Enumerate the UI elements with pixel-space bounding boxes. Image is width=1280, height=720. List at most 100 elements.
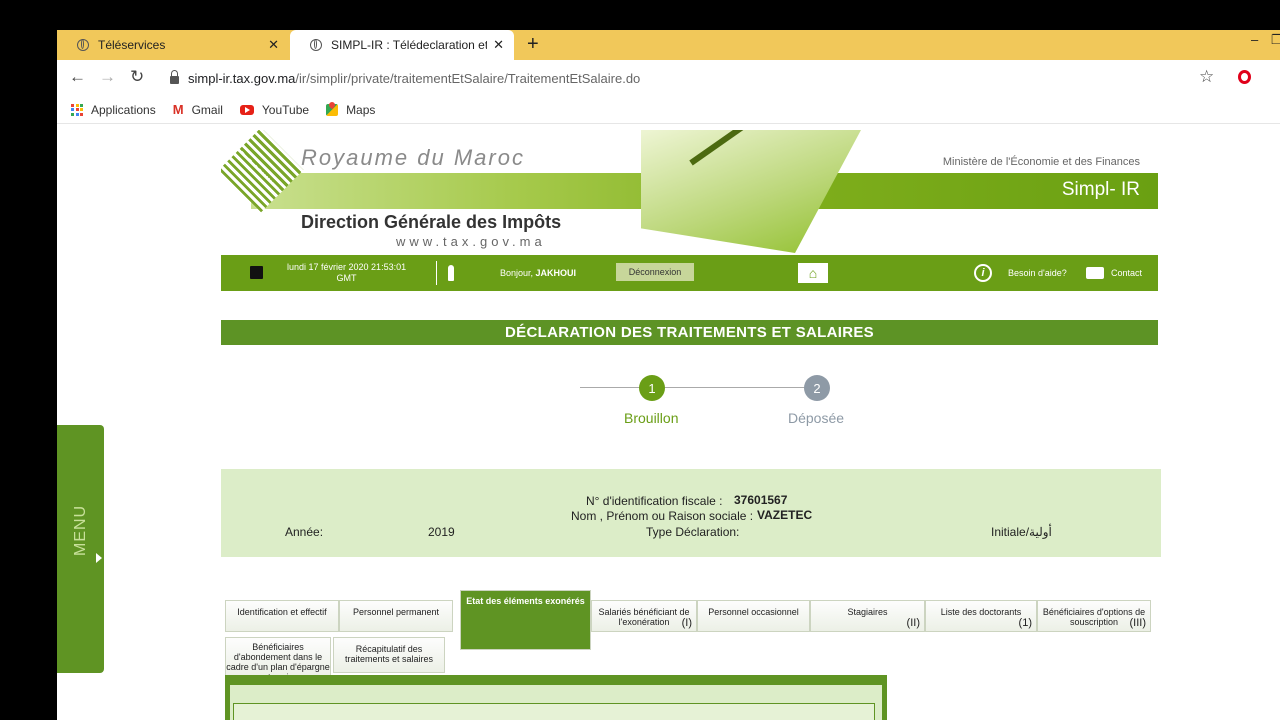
globe-icon bbox=[77, 39, 89, 51]
chat-bubble-icon bbox=[1086, 267, 1104, 279]
gmail-icon: M bbox=[172, 102, 184, 117]
bookmark-maps[interactable]: Maps bbox=[326, 103, 375, 117]
declaration-info-box: N° d'identification fiscale : 37601567 N… bbox=[221, 469, 1161, 557]
tab-personnel-permanent[interactable]: Personnel permanent bbox=[339, 600, 453, 632]
logout-button[interactable]: Déconnexion bbox=[616, 263, 694, 281]
back-icon[interactable]: ← bbox=[69, 68, 86, 86]
datetime-text: lundi 17 février 2020 21:53:01 bbox=[287, 262, 407, 272]
step-1-circle: 1 bbox=[639, 375, 665, 401]
step-1-label: Brouillon bbox=[624, 410, 679, 426]
bookmark-label: Applications bbox=[91, 102, 156, 117]
tab-doctorants[interactable]: Liste des doctorants (1) bbox=[925, 600, 1037, 632]
datetime-timezone: GMT bbox=[336, 273, 357, 283]
bookmark-youtube[interactable]: YouTube bbox=[239, 102, 310, 117]
globe-icon bbox=[310, 39, 322, 51]
tab-label: Téléservices bbox=[98, 38, 166, 52]
close-icon[interactable]: ✕ bbox=[268, 37, 279, 53]
tab-label: Récapitulatif des traitements et salaire… bbox=[344, 644, 434, 664]
tab-label: Etat des éléments exonérés bbox=[466, 596, 585, 606]
header-banner: Royaume du Maroc Direction Générale des … bbox=[221, 130, 1158, 253]
tab-number: (II) bbox=[906, 617, 920, 629]
bookmark-label: Gmail bbox=[191, 102, 223, 117]
tab-stagiaires[interactable]: Stagiaires (II) bbox=[810, 600, 925, 632]
tab-label: Bénéficiaires d'abondement dans le cadre… bbox=[226, 642, 330, 676]
close-icon[interactable]: ✕ bbox=[493, 37, 504, 53]
tab-simpl-ir[interactable]: SIMPL-IR : Télédeclaration et Télé ✕ bbox=[290, 30, 514, 60]
url-host: simpl-ir.tax.gov.ma bbox=[188, 70, 296, 86]
url-path: /ir/simplir/private/traitementEtSalaire/… bbox=[295, 70, 641, 86]
tab-abondement[interactable]: Bénéficiaires d'abondement dans le cadre… bbox=[225, 637, 331, 677]
bookmark-label: Maps bbox=[346, 102, 376, 117]
form-content-area bbox=[233, 703, 875, 720]
divider bbox=[436, 261, 437, 285]
tab-etat-elements-exoneres[interactable]: Etat des éléments exonérés bbox=[460, 590, 591, 650]
royaume-text: Royaume du Maroc bbox=[301, 145, 525, 170]
contact-link[interactable]: Contact bbox=[1111, 268, 1142, 278]
youtube-icon bbox=[239, 104, 254, 115]
bookmark-label: YouTube bbox=[261, 102, 310, 117]
user-bar: lundi 17 février 2020 21:53:01 GMT Bonjo… bbox=[221, 255, 1158, 291]
tab-salaries-exoneration[interactable]: Salariés bénéficiant de l'exonération (I) bbox=[591, 600, 697, 632]
tab-label: Identification et effectif bbox=[237, 607, 327, 617]
apps-grid-icon bbox=[71, 103, 83, 116]
tab-recapitulatif[interactable]: Récapitulatif des traitements et salaire… bbox=[333, 637, 445, 673]
dgi-title: Direction Générale des Impôts bbox=[301, 212, 562, 232]
minimize-icon[interactable]: – bbox=[1251, 32, 1258, 47]
bookmark-gmail[interactable]: M Gmail bbox=[173, 102, 223, 117]
tab-identification[interactable]: Identification et effectif bbox=[225, 600, 339, 632]
nif-label: N° d'identification fiscale : bbox=[586, 494, 723, 508]
new-tab-button[interactable]: + bbox=[527, 34, 539, 54]
name-label: Nom , Prénom ou Raison sociale : bbox=[571, 509, 754, 523]
menu-toggle[interactable]: MENU bbox=[57, 425, 104, 673]
product-name: Simpl- IR bbox=[1061, 179, 1140, 200]
stepper-line bbox=[580, 387, 820, 388]
page-title: DÉCLARATION DES TRAITEMENTS ET SALAIRES bbox=[221, 320, 1158, 345]
tab-personnel-occasionnel[interactable]: Personnel occasionnel bbox=[697, 600, 810, 632]
greeting-text: Bonjour, bbox=[500, 268, 534, 278]
arrow-right-icon bbox=[96, 553, 102, 563]
forward-icon[interactable]: → bbox=[99, 68, 116, 86]
help-link[interactable]: Besoin d'aide? bbox=[1008, 268, 1067, 278]
address-bar[interactable]: simpl-ir.tax.gov.ma /ir/simplir/private/… bbox=[160, 64, 1218, 92]
tab-label: Salariés bénéficiant de l'exonération bbox=[598, 607, 690, 627]
home-icon: ⌂ bbox=[808, 265, 818, 281]
tab-number: (I) bbox=[681, 617, 692, 629]
step-2-label: Déposée bbox=[788, 410, 845, 426]
bookmark-applications[interactable]: Applications bbox=[71, 103, 156, 117]
maximize-icon[interactable]: ❐ bbox=[1271, 32, 1280, 48]
reload-icon[interactable]: ↻ bbox=[130, 68, 144, 86]
calendar-icon bbox=[250, 266, 263, 279]
form-panel bbox=[225, 675, 887, 720]
tab-strip: Téléservices ✕ SIMPL-IR : Télédeclaratio… bbox=[57, 30, 1280, 60]
tab-number: (1) bbox=[1018, 617, 1032, 629]
info-icon[interactable]: i bbox=[974, 264, 992, 282]
year-value: 2019 bbox=[428, 525, 455, 539]
banner-photo bbox=[641, 130, 861, 253]
star-icon[interactable]: ☆ bbox=[1199, 67, 1214, 87]
tab-teleservices[interactable]: Téléservices ✕ bbox=[57, 30, 289, 60]
menu-label: MENU bbox=[72, 504, 89, 556]
browser-toolbar: ← → ↻ simpl-ir.tax.gov.ma /ir/simplir/pr… bbox=[57, 60, 1280, 96]
home-button[interactable]: ⌂ bbox=[798, 263, 828, 283]
bookmarks-bar: Applications M Gmail YouTube Maps bbox=[57, 96, 1280, 124]
nif-value: 37601567 bbox=[734, 493, 788, 507]
tab-label: Liste des doctorants bbox=[940, 607, 1022, 617]
tab-number: (III) bbox=[1129, 617, 1147, 629]
name-value: VAZETEC bbox=[757, 508, 813, 522]
tab-options-souscription[interactable]: Bénéficiaires d'options de souscription(… bbox=[1037, 600, 1151, 632]
tab-label: SIMPL-IR : Télédeclaration et Télé bbox=[331, 38, 488, 52]
page-content: Royaume du Maroc Direction Générale des … bbox=[57, 125, 1280, 720]
ministere-text: Ministère de l'Économie et des Finances bbox=[942, 156, 1140, 168]
opera-icon[interactable] bbox=[1238, 70, 1251, 84]
year-label: Année: bbox=[285, 525, 324, 539]
tab-label: Personnel permanent bbox=[352, 607, 440, 617]
step-2-circle: 2 bbox=[804, 375, 830, 401]
type-value: Initiale/أولية bbox=[991, 525, 1052, 539]
maps-icon bbox=[326, 103, 339, 116]
username-text: JAKHOUI bbox=[535, 268, 577, 278]
tab-label: Personnel occasionnel bbox=[708, 607, 799, 617]
type-label: Type Déclaration: bbox=[646, 525, 740, 539]
tab-label: Stagiaires bbox=[847, 607, 888, 617]
user-icon bbox=[448, 265, 454, 281]
website-text: www.tax.gov.ma bbox=[396, 234, 546, 249]
